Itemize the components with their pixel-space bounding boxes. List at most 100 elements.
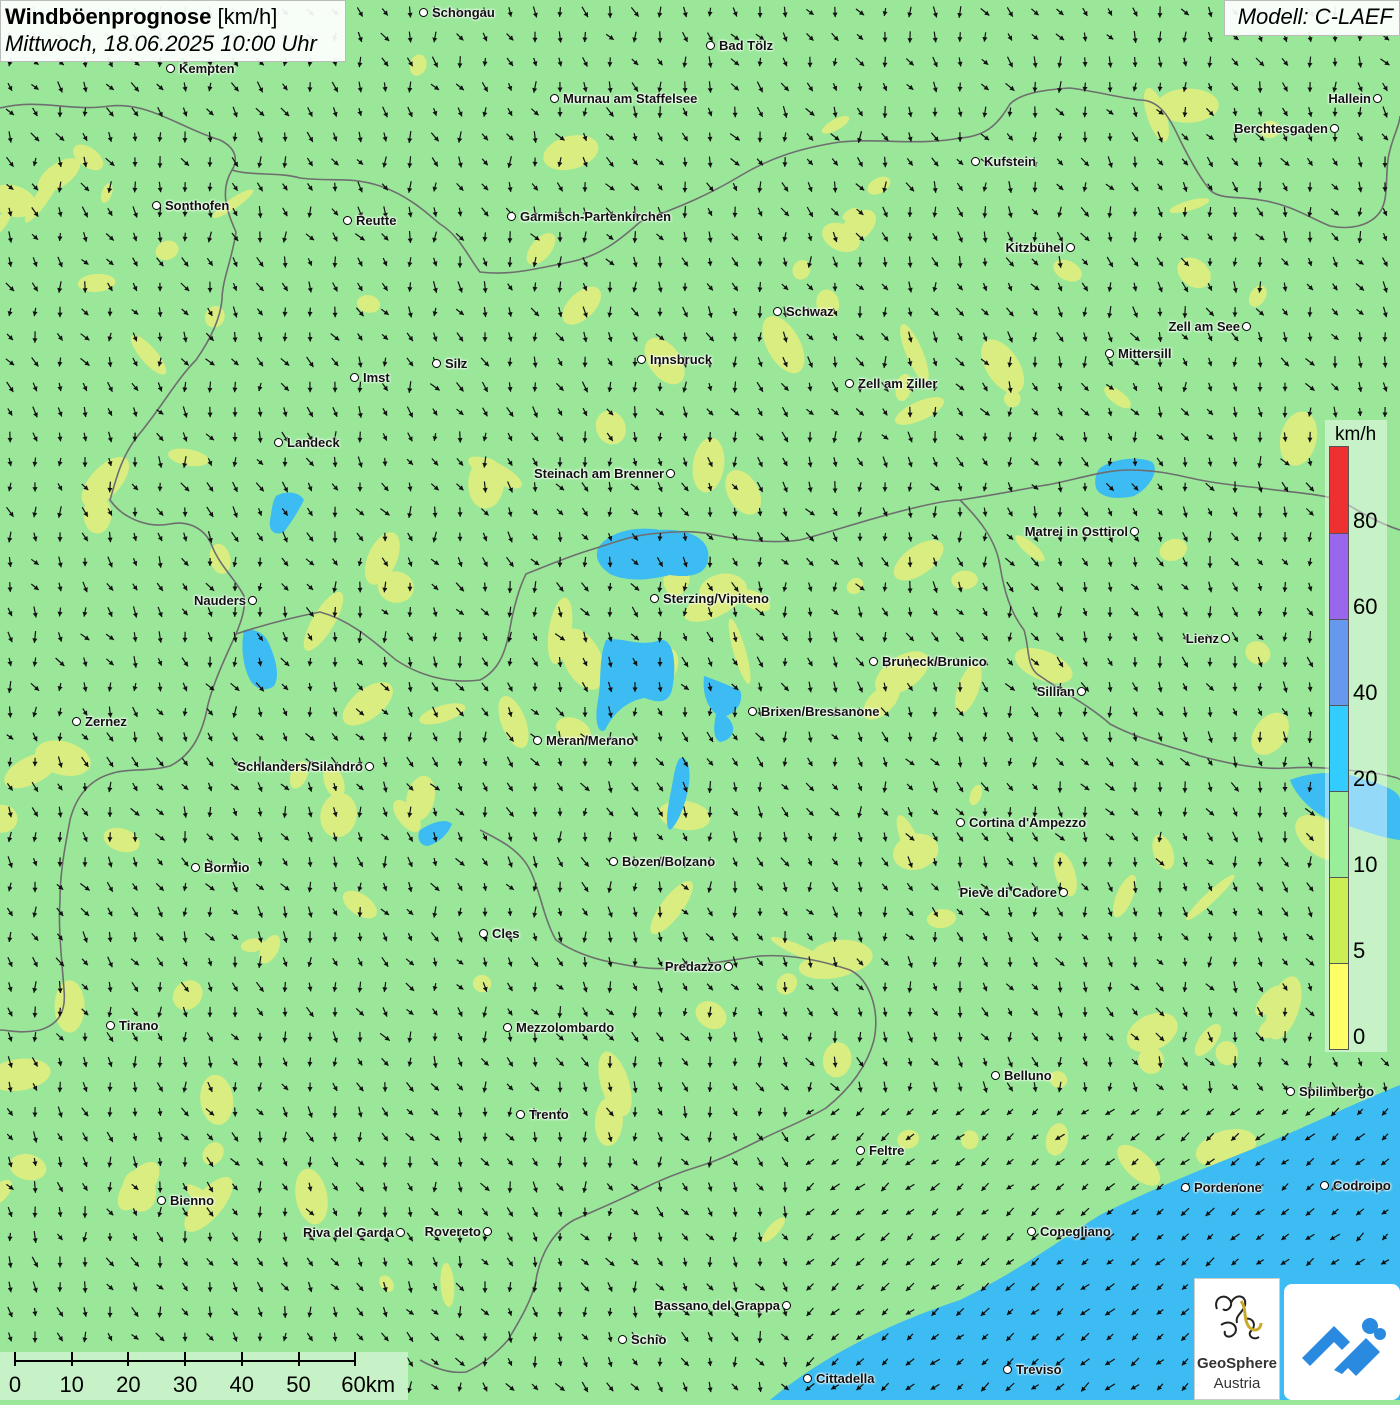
geosphere-emblem-icon xyxy=(1195,1279,1279,1355)
forecast-datetime: Mittwoch, 18.06.2025 10:00 Uhr xyxy=(5,30,341,58)
map-title: Windböenprognose [km/h] xyxy=(5,4,341,30)
city-label: Kempten xyxy=(179,61,235,76)
city-marker xyxy=(72,717,81,726)
city-marker xyxy=(1130,527,1139,536)
city-label: Bozen/Bolzano xyxy=(622,854,715,869)
city-label: Tirano xyxy=(119,1018,159,1033)
city-marker xyxy=(248,596,257,605)
city-marker xyxy=(343,216,352,225)
city-label: Murnau am Staffelsee xyxy=(563,91,697,106)
city-label: Pieve di Cadore xyxy=(959,885,1057,900)
model-label: Modell: C-LAEF xyxy=(1224,0,1400,36)
map-title-unit: [km/h] xyxy=(211,4,277,29)
calm-wind-patch xyxy=(55,980,85,1032)
legend-label: 80 xyxy=(1353,508,1377,534)
city-marker xyxy=(432,359,441,368)
city-marker xyxy=(1077,687,1086,696)
legend-color-step xyxy=(1330,619,1348,705)
city-label: Garmisch-Partenkirchen xyxy=(520,209,671,224)
city-label: Cittadella xyxy=(816,1371,875,1386)
city-label: Cortina d'Ampezzo xyxy=(969,815,1086,830)
city-marker xyxy=(845,379,854,388)
city-marker xyxy=(550,94,559,103)
scale-label: 30 xyxy=(173,1372,197,1398)
city-marker xyxy=(666,469,675,478)
city-label: Conegliano xyxy=(1040,1224,1111,1239)
city-label: Rovereto xyxy=(425,1224,481,1239)
city-marker xyxy=(157,1196,166,1205)
city-marker xyxy=(516,1110,525,1119)
legend-label: 40 xyxy=(1353,680,1377,706)
legend-unit: km/h xyxy=(1335,424,1376,446)
scale-tick xyxy=(354,1352,356,1366)
city-marker xyxy=(166,64,175,73)
scale-label: 20 xyxy=(116,1372,140,1398)
city-label: Mittersill xyxy=(1118,346,1171,361)
city-label: Belluno xyxy=(1004,1068,1052,1083)
city-marker xyxy=(724,962,733,971)
city-label: Innsbruck xyxy=(650,352,712,367)
city-label: Bassano del Grappa xyxy=(654,1298,780,1313)
city-marker xyxy=(191,863,200,872)
city-marker xyxy=(1221,634,1230,643)
scale-label: 60km xyxy=(341,1372,395,1398)
city-marker xyxy=(1330,124,1339,133)
scale-label: 50 xyxy=(286,1372,310,1398)
city-label: Bormio xyxy=(204,860,250,875)
city-marker xyxy=(1066,243,1075,252)
city-label: Berchtesgaden xyxy=(1234,121,1328,136)
city-marker xyxy=(152,201,161,210)
city-marker xyxy=(1059,888,1068,897)
city-marker xyxy=(419,8,428,17)
city-label: Meran/Merano xyxy=(546,733,634,748)
scale-tick xyxy=(298,1352,300,1366)
city-marker xyxy=(748,707,757,716)
city-label: Bienno xyxy=(170,1193,214,1208)
legend-color-step xyxy=(1330,791,1348,877)
city-marker xyxy=(782,1301,791,1310)
city-marker xyxy=(618,1335,627,1344)
city-marker xyxy=(483,1227,492,1236)
city-marker xyxy=(507,212,516,221)
city-label: Schio xyxy=(631,1332,666,1347)
city-label: Predazzo xyxy=(665,959,722,974)
app-logo[interactable] xyxy=(1284,1284,1400,1400)
city-label: Hallein xyxy=(1328,91,1371,106)
scale-bar: 0102030405060km xyxy=(0,1352,408,1400)
city-marker xyxy=(971,157,980,166)
city-marker xyxy=(533,736,542,745)
city-marker xyxy=(650,594,659,603)
city-label: Sillian xyxy=(1037,684,1075,699)
city-label: Treviso xyxy=(1016,1362,1062,1377)
city-marker xyxy=(396,1228,405,1237)
city-label: Imst xyxy=(363,370,390,385)
city-marker xyxy=(706,41,715,50)
city-marker xyxy=(274,438,283,447)
city-label: Landeck xyxy=(287,435,340,450)
city-marker xyxy=(956,818,965,827)
city-label: Silz xyxy=(445,356,467,371)
city-marker xyxy=(106,1021,115,1030)
scale-label: 10 xyxy=(59,1372,83,1398)
city-label: Trento xyxy=(529,1107,569,1122)
scale-tick xyxy=(241,1352,243,1366)
scale-tick xyxy=(71,1352,73,1366)
city-label: Cles xyxy=(492,926,519,941)
geosphere-logo[interactable]: GeoSphere Austria xyxy=(1194,1278,1280,1400)
city-label: Zell am See xyxy=(1168,319,1240,334)
scale-tick xyxy=(127,1352,129,1366)
city-label: Schongau xyxy=(432,5,495,20)
city-label: Zell am Ziller xyxy=(858,376,937,391)
city-label: Bruneck/Brunico xyxy=(882,654,987,669)
city-label: Pordenone xyxy=(1194,1180,1262,1195)
legend-color-bar xyxy=(1329,446,1349,1050)
city-label: Sterzing/Vipiteno xyxy=(663,591,769,606)
city-label: Riva del Garda xyxy=(303,1225,394,1240)
city-marker xyxy=(609,857,618,866)
city-label: Bad Tölz xyxy=(719,38,773,53)
legend-color-step xyxy=(1330,533,1348,619)
city-label: Reutte xyxy=(356,213,396,228)
city-label: Schlanders/Silandro xyxy=(237,759,363,774)
city-marker xyxy=(1373,94,1382,103)
city-marker xyxy=(1105,349,1114,358)
